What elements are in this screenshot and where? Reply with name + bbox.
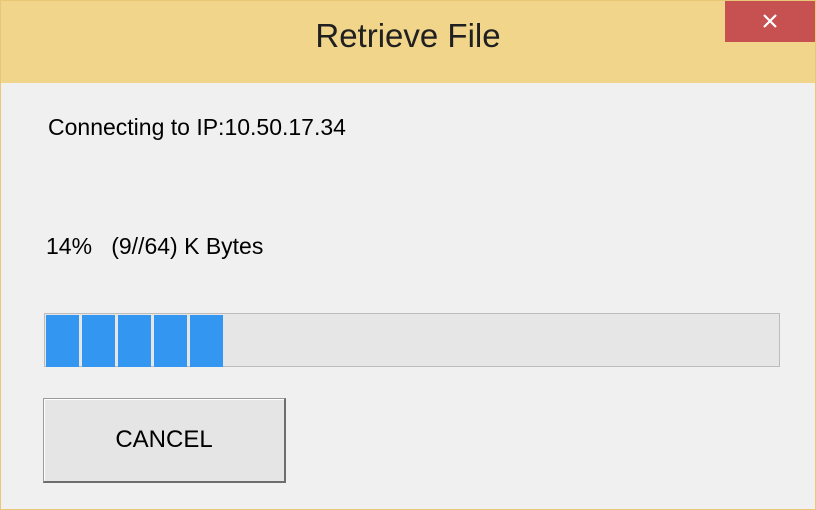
progress-block xyxy=(46,315,79,367)
connection-status: Connecting to IP:10.50.17.34 xyxy=(48,114,346,140)
progress-block xyxy=(82,315,115,367)
progress-block xyxy=(154,315,187,367)
close-icon xyxy=(763,14,777,28)
progress-text: 14% (9//64) K Bytes xyxy=(46,233,263,260)
progress-bar xyxy=(44,313,780,367)
progress-fill xyxy=(46,315,226,367)
progress-percent: 14% xyxy=(46,233,93,259)
retrieve-file-dialog: Retrieve File Connecting to IP:10.50.17.… xyxy=(0,0,816,510)
progress-block xyxy=(118,315,151,367)
progress-block xyxy=(190,315,223,367)
dialog-title: Retrieve File xyxy=(315,17,501,54)
progress-bytes: (9//64) K Bytes xyxy=(111,233,264,259)
cancel-button[interactable]: CANCEL xyxy=(43,398,286,483)
title-bar[interactable]: Retrieve File xyxy=(1,1,815,83)
close-button[interactable] xyxy=(725,1,815,42)
